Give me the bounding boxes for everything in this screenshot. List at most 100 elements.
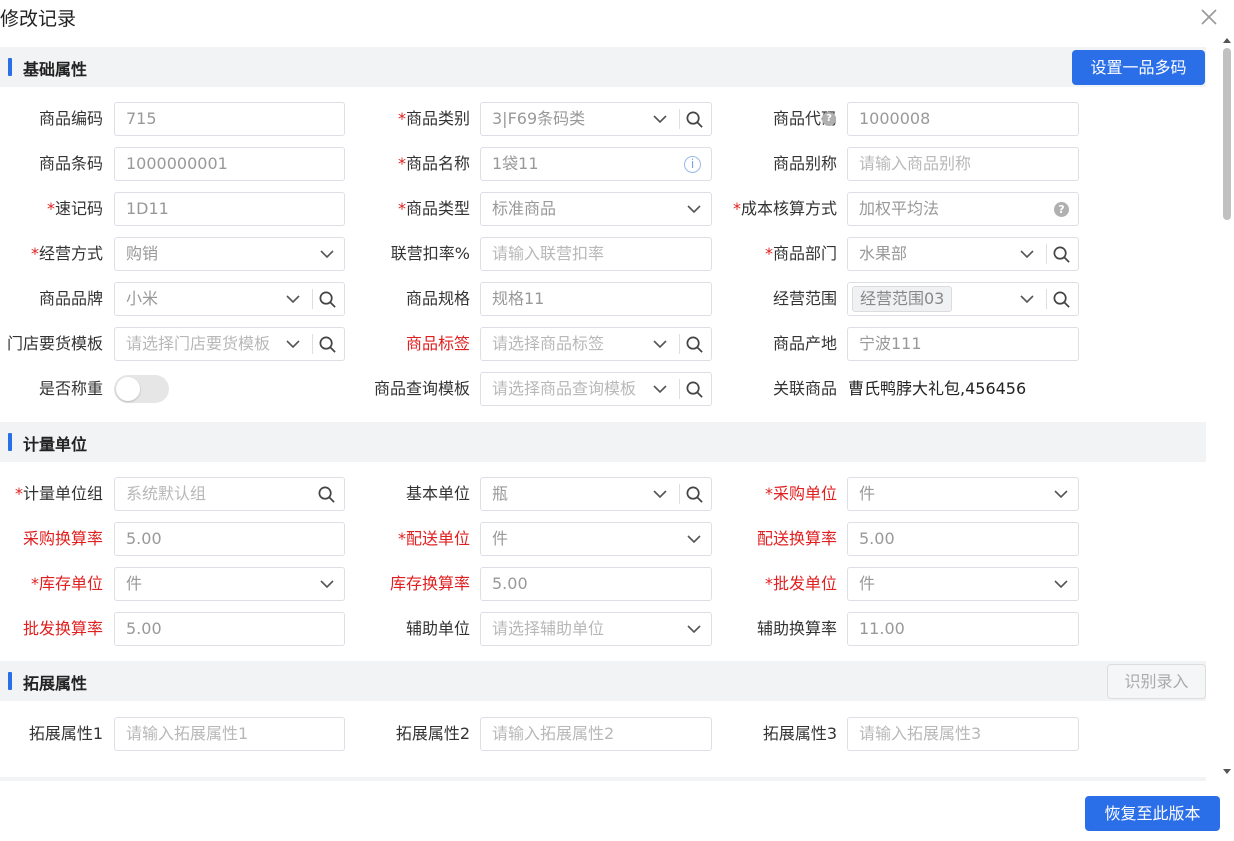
biz-mode-select[interactable]: 购销 — [114, 237, 345, 271]
search-icon[interactable] — [685, 485, 704, 504]
type-label: *商品类型 — [397, 199, 470, 218]
weighing-toggle[interactable] — [114, 375, 169, 403]
brand-label: 商品品牌 — [38, 289, 103, 308]
info-icon[interactable]: i — [684, 156, 701, 173]
base-unit-label: 基本单位 — [405, 484, 470, 503]
chevron-down-icon — [1020, 250, 1034, 259]
query-tpl-label: 商品查询模板 — [373, 379, 470, 398]
search-icon[interactable] — [317, 485, 336, 504]
unit-group-label: *计量单位组 — [14, 484, 103, 503]
purchase-rate-label: 采购换算率 — [22, 529, 103, 548]
related-label: 关联商品 — [772, 379, 837, 398]
origin-input[interactable]: 宁波111 — [847, 327, 1079, 361]
scope-label: 经营范围 — [772, 289, 837, 308]
unit-group-input[interactable]: 系统默认组 — [114, 477, 345, 511]
product-code-label: 商品编码 — [38, 109, 103, 128]
alias-input[interactable]: 请输入商品别称 — [847, 147, 1079, 181]
joint-rate-label: 联营扣率% — [390, 244, 470, 263]
set-multi-code-button[interactable]: 设置一品多码 — [1072, 50, 1205, 85]
chevron-down-icon — [687, 535, 701, 544]
delivery-unit-label: *配送单位 — [397, 529, 470, 548]
product-code-input[interactable]: 715 — [114, 102, 345, 136]
tag-select[interactable]: 请选择商品标签 — [480, 327, 712, 361]
recognize-input-button[interactable]: 识别录入 — [1107, 664, 1206, 699]
dept-select[interactable]: 水果部 — [847, 237, 1079, 271]
scroll-up-arrow[interactable] — [1222, 36, 1232, 44]
wholesale-unit-label: *批发单位 — [764, 574, 837, 593]
purchase-unit-label: *采购单位 — [764, 484, 837, 503]
delivery-unit-select[interactable]: 件 — [480, 522, 712, 556]
aux-rate-input[interactable]: 11.00 — [847, 612, 1079, 646]
query-tpl-select[interactable]: 请选择商品查询模板 — [480, 372, 712, 406]
form-scroll-area[interactable]: 基础属性 设置一品多码 商品编码 715 *商品类别 3|F69条码类 商品代码… — [0, 40, 1234, 780]
biz-mode-label: *经营方式 — [30, 244, 103, 263]
spec-label: 商品规格 — [405, 289, 470, 308]
footer-divider — [0, 777, 1206, 781]
chevron-down-icon — [320, 580, 334, 589]
aux-unit-select[interactable]: 请选择辅助单位 — [480, 612, 712, 646]
stock-unit-select[interactable]: 件 — [114, 567, 345, 601]
chevron-down-icon — [286, 340, 300, 349]
help-icon[interactable]: ? — [1054, 202, 1069, 217]
chevron-down-icon — [653, 340, 667, 349]
purchase-rate-input[interactable]: 5.00 — [114, 522, 345, 556]
close-icon[interactable] — [1198, 6, 1220, 28]
type-select[interactable]: 标准商品 — [480, 192, 712, 226]
search-icon[interactable] — [685, 110, 704, 129]
stock-rate-input[interactable]: 5.00 — [480, 567, 712, 601]
barcode-input[interactable]: 1000000001 — [114, 147, 345, 181]
ext-attr2-input[interactable]: 请输入拓展属性2 — [480, 717, 712, 751]
cost-method-select[interactable]: 加权平均法 ? — [847, 192, 1079, 226]
delivery-rate-label: 配送换算率 — [756, 529, 837, 548]
section-marker — [8, 433, 12, 451]
purchase-unit-select[interactable]: 件 — [847, 477, 1079, 511]
name-input[interactable]: 1袋11 i — [480, 147, 712, 181]
search-icon[interactable] — [1052, 290, 1071, 309]
wholesale-unit-select[interactable]: 件 — [847, 567, 1079, 601]
quick-code-input[interactable]: 1D11 — [114, 192, 345, 226]
chevron-down-icon — [1020, 295, 1034, 304]
chevron-down-icon — [653, 490, 667, 499]
section-title: 基础属性 — [23, 60, 88, 79]
ext-attr2-label: 拓展属性2 — [395, 724, 470, 743]
chevron-down-icon — [1054, 490, 1068, 499]
order-tpl-select[interactable]: 请选择门店要货模板 — [114, 327, 345, 361]
code-input[interactable]: 1000008 — [847, 102, 1079, 136]
quick-code-label: *速记码 — [46, 199, 103, 218]
section-ext: 拓展属性 — [0, 661, 1206, 701]
section-marker — [8, 672, 12, 690]
base-unit-select[interactable]: 瓶 — [480, 477, 712, 511]
stock-rate-label: 库存换算率 — [389, 574, 470, 593]
name-label: *商品名称 — [397, 154, 470, 173]
brand-select[interactable]: 小米 — [114, 282, 345, 316]
weighing-label: 是否称重 — [38, 379, 103, 398]
chevron-down-icon — [687, 205, 701, 214]
search-icon[interactable] — [685, 335, 704, 354]
section-title: 计量单位 — [23, 435, 88, 454]
search-icon[interactable] — [318, 335, 337, 354]
aux-rate-label: 辅助换算率 — [756, 619, 837, 638]
search-icon[interactable] — [685, 380, 704, 399]
section-basic: 基础属性 — [0, 47, 1206, 87]
spec-input[interactable]: 规格11 — [480, 282, 712, 316]
wholesale-rate-label: 批发换算率 — [22, 619, 103, 638]
ext-attr1-label: 拓展属性1 — [28, 724, 103, 743]
search-icon[interactable] — [1052, 245, 1071, 264]
chevron-down-icon — [653, 115, 667, 124]
wholesale-rate-input[interactable]: 5.00 — [114, 612, 345, 646]
restore-version-button[interactable]: 恢复至此版本 — [1085, 796, 1220, 831]
aux-unit-label: 辅助单位 — [405, 619, 470, 638]
scope-select[interactable]: 经营范围03 — [847, 282, 1079, 316]
joint-rate-input[interactable]: 请输入联营扣率 — [480, 237, 712, 271]
scrollbar-thumb[interactable] — [1223, 48, 1231, 220]
delivery-rate-input[interactable]: 5.00 — [847, 522, 1079, 556]
section-title: 拓展属性 — [23, 674, 88, 693]
search-icon[interactable] — [318, 290, 337, 309]
category-select[interactable]: 3|F69条码类 — [480, 102, 712, 136]
barcode-label: 商品条码 — [38, 154, 103, 173]
help-icon[interactable]: ? — [822, 112, 836, 126]
scroll-down-arrow[interactable] — [1222, 768, 1232, 776]
order-tpl-label: 门店要货模板 — [6, 334, 103, 353]
ext-attr1-input[interactable]: 请输入拓展属性1 — [114, 717, 345, 751]
ext-attr3-input[interactable]: 请输入拓展属性3 — [847, 717, 1079, 751]
